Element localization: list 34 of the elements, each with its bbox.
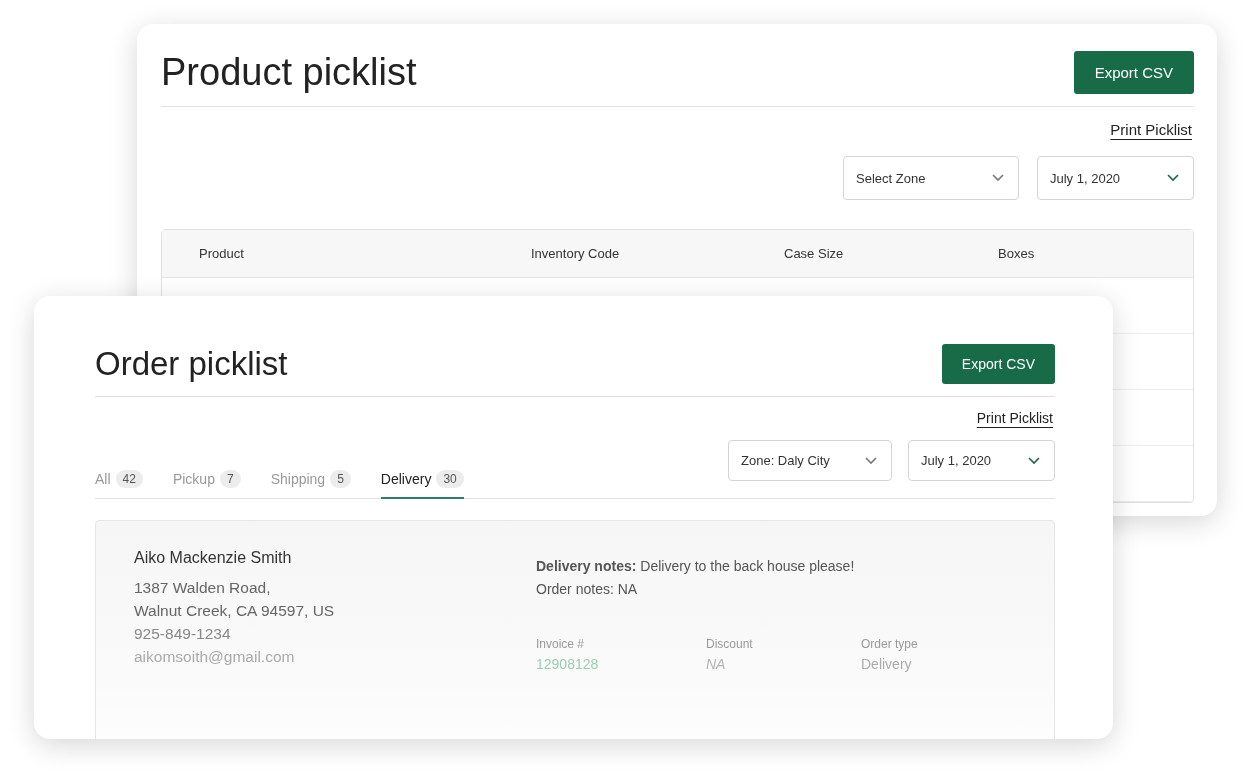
filter-tab[interactable]: Pickup 7 (172, 470, 241, 499)
page-title: Order picklist (95, 345, 288, 383)
zone-dropdown[interactable]: Zone: Daly City (728, 440, 892, 481)
field-label: Invoice # (536, 637, 586, 651)
field-value: Delivery (861, 656, 913, 672)
zone-dropdown[interactable]: Select Zone (843, 156, 1019, 200)
date-dropdown[interactable]: July 1, 2020 (908, 440, 1055, 481)
order-note: Delivery notes: Delivery to the back house please! (536, 557, 856, 576)
order-note: Order notes: NA (536, 580, 639, 599)
field-label: Discount (706, 637, 754, 651)
chevron-down-icon (865, 456, 877, 465)
print-picklist-link[interactable]: Print Picklist (976, 410, 1053, 426)
chevron-down-icon (1028, 456, 1040, 465)
address-line: Walnut Creek, CA 94597, US (134, 601, 336, 621)
field-label: Order type (861, 637, 919, 651)
column-header: Inventory Code (531, 246, 621, 261)
chevron-down-icon (992, 174, 1004, 182)
field-value: NA (706, 656, 727, 672)
address-line: 1387 Walden Road, (134, 578, 272, 598)
export-csv-button[interactable]: Export CSV (1073, 51, 1194, 94)
print-picklist-link[interactable]: Print Picklist (1110, 121, 1192, 138)
phone-number: 925-849-1234 (134, 624, 232, 644)
chevron-down-icon (1167, 174, 1179, 182)
page-title: Product picklist (161, 51, 417, 94)
filter-tab[interactable]: All 42 (95, 470, 143, 499)
column-header: Product (199, 246, 245, 261)
email-address: aikomsoith@gmail.com (134, 647, 296, 667)
column-header: Boxes (998, 246, 1036, 261)
filter-tab[interactable]: Delivery 30 (380, 470, 464, 499)
column-header: Case Size (784, 246, 845, 261)
filter-tab[interactable]: Shipping 5 (270, 470, 351, 499)
customer-name: Aiko Mackenzie Smith (134, 549, 293, 567)
date-dropdown[interactable]: July 1, 2020 (1037, 156, 1194, 200)
export-csv-button[interactable]: Export CSV (941, 344, 1055, 384)
